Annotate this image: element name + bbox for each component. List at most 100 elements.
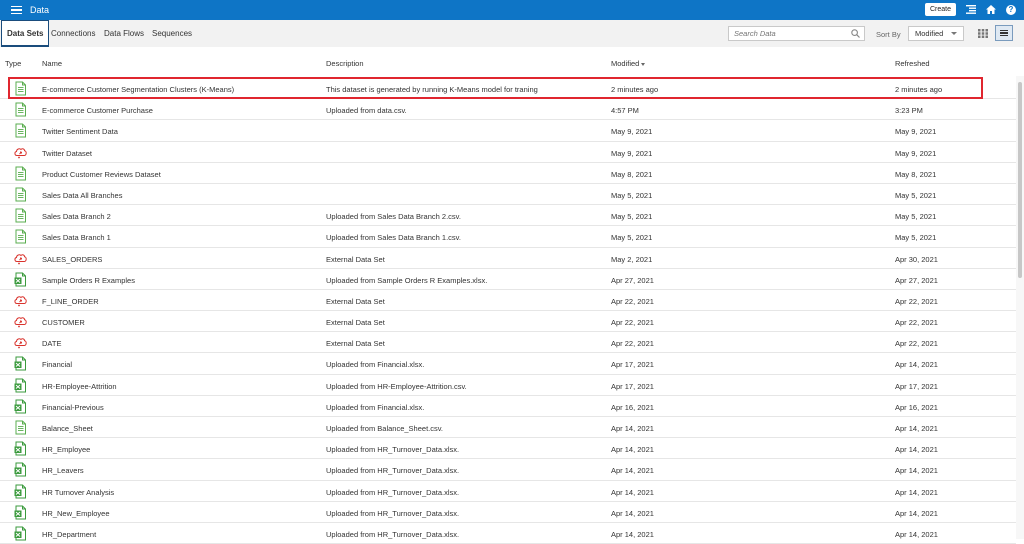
tab-sequences[interactable]: Sequences: [152, 20, 192, 47]
row-refreshed: May 5, 2021: [895, 212, 937, 222]
list-view-icon[interactable]: [995, 25, 1013, 41]
table-row[interactable]: E-commerce Customer Purchase Uploaded fro…: [0, 99, 1016, 121]
table-row[interactable]: HR_Leavers Uploaded from HR_Turnover_Data…: [0, 459, 1016, 481]
row-name[interactable]: Twitter Sentiment Data: [42, 127, 118, 136]
row-name[interactable]: Sales Data Branch 1: [42, 233, 111, 242]
row-modified: Apr 22, 2021: [611, 296, 654, 306]
row-name[interactable]: E-commerce Customer Segmentation Cluster…: [42, 85, 234, 94]
excel-file-icon: [13, 484, 28, 499]
sort-descending-icon: [641, 62, 646, 66]
row-description: Uploaded from Balance_Sheet.csv.: [326, 424, 444, 433]
search-icon[interactable]: [851, 29, 860, 40]
row-refreshed: Apr 14, 2021: [895, 445, 938, 455]
table-row[interactable]: F_LINE_ORDER External Data Set Apr 22, 202…: [0, 290, 1016, 312]
cloud-connection-icon: [13, 293, 28, 308]
row-name[interactable]: CUSTOMER: [42, 318, 85, 327]
row-name[interactable]: HR_Leavers: [42, 466, 84, 475]
table-row[interactable]: HR_Department Uploaded from HR_Turnover_D…: [0, 523, 1016, 544]
excel-file-icon: [13, 272, 28, 287]
row-description: External Data Set: [326, 318, 385, 328]
search-field: [728, 26, 865, 41]
column-header-modified[interactable]: Modified: [611, 59, 646, 68]
table-row[interactable]: Sample Orders R Examples Uploaded from Sa…: [0, 269, 1016, 290]
row-name[interactable]: Sales Data Branch 2: [42, 212, 111, 221]
table-row[interactable]: Sales Data Branch 2 Uploaded from Sales D…: [0, 205, 1016, 227]
table-row[interactable]: Sales Data All Branches May 5, 2021 May 5,…: [0, 184, 1016, 206]
column-header-type[interactable]: Type: [5, 59, 21, 68]
column-header-name[interactable]: Name: [42, 59, 62, 68]
table-row[interactable]: Financial Uploaded from Financial.xlsx. Ap…: [0, 353, 1016, 375]
hamburger-menu-icon[interactable]: [11, 6, 22, 14]
cloud-connection-icon: [13, 335, 28, 350]
tab-data-sets[interactable]: Data Sets: [1, 20, 50, 47]
row-name[interactable]: Product Customer Reviews Dataset: [42, 170, 161, 179]
row-refreshed: Apr 14, 2021: [895, 424, 938, 433]
column-header-description[interactable]: Description: [326, 59, 364, 68]
csv-file-icon: [13, 166, 28, 181]
row-name[interactable]: SALES_ORDERS: [42, 255, 102, 264]
row-description: Uploaded from HR-Employee-Attrition.csv.: [326, 381, 467, 391]
row-name[interactable]: Financial-Previous: [42, 403, 104, 412]
table-row[interactable]: Twitter Dataset May 9, 2021 May 9, 2021: [0, 142, 1016, 163]
row-name[interactable]: HR_New_Employee: [42, 509, 110, 518]
row-name[interactable]: Twitter Dataset: [42, 149, 92, 158]
scrollbar-thumb[interactable]: [1018, 82, 1022, 278]
table-row[interactable]: Financial-Previous Uploaded from Financia…: [0, 396, 1016, 417]
table-row[interactable]: Product Customer Reviews Dataset May 8, 2…: [0, 163, 1016, 184]
row-modified: Apr 17, 2021: [611, 381, 654, 391]
row-modified: Apr 14, 2021: [611, 508, 654, 518]
chevron-down-icon: [951, 32, 957, 35]
row-name[interactable]: F_LINE_ORDER: [42, 297, 99, 306]
table-row[interactable]: Sales Data Branch 1 Uploaded from Sales D…: [0, 226, 1016, 248]
row-refreshed: Apr 14, 2021: [895, 529, 938, 539]
row-description: Uploaded from HR_Turnover_Data.xlsx.: [326, 487, 460, 497]
cloud-connection-icon: [13, 251, 28, 266]
row-name[interactable]: HR_Department: [42, 530, 96, 539]
row-name[interactable]: HR Turnover Analysis: [42, 488, 114, 497]
table-row[interactable]: E-commerce Customer Segmentation Cluster…: [0, 78, 1016, 100]
table-row[interactable]: HR Turnover Analysis Uploaded from HR_Tur…: [0, 481, 1016, 502]
grid-view-icon[interactable]: [977, 28, 989, 39]
create-button[interactable]: Create: [924, 3, 956, 16]
row-refreshed: 2 minutes ago: [895, 85, 943, 94]
row-modified: Apr 14, 2021: [611, 466, 654, 476]
table-row[interactable]: SALES_ORDERS External Data Set May 2, 2021…: [0, 248, 1016, 269]
row-name[interactable]: HR-Employee-Attrition: [42, 382, 117, 391]
row-name[interactable]: Sample Orders R Examples: [42, 276, 135, 285]
row-name[interactable]: Financial: [42, 360, 72, 369]
tab-bar: Data Sets Connections Data Flows Sequenc…: [0, 20, 1024, 47]
table-row[interactable]: CUSTOMER External Data Set Apr 22, 2021 Apr…: [0, 311, 1016, 333]
sort-by-select[interactable]: Modified: [908, 26, 964, 41]
row-description: Uploaded from data.csv.: [326, 106, 407, 116]
row-name[interactable]: Balance_Sheet: [42, 424, 93, 433]
row-name[interactable]: HR_Employee: [42, 445, 90, 454]
table-row[interactable]: HR-Employee-Attrition Uploaded from HR-Em…: [0, 375, 1016, 396]
row-modified: May 5, 2021: [611, 233, 653, 243]
column-header-refreshed[interactable]: Refreshed: [895, 59, 930, 68]
table-row[interactable]: HR_New_Employee Uploaded from HR_Turnover…: [0, 502, 1016, 523]
table-row[interactable]: DATE External Data Set Apr 22, 2021 Apr 22,…: [0, 332, 1016, 354]
row-name[interactable]: Sales Data All Branches: [42, 191, 122, 200]
row-refreshed: Apr 14, 2021: [895, 487, 938, 497]
table-row[interactable]: HR_Employee Uploaded from HR_Turnover_Dat…: [0, 438, 1016, 460]
row-name[interactable]: E-commerce Customer Purchase: [42, 106, 153, 115]
tab-data-flows[interactable]: Data Flows: [104, 20, 144, 47]
search-input[interactable]: [729, 27, 847, 40]
row-refreshed: Apr 22, 2021: [895, 339, 938, 349]
row-name[interactable]: DATE: [42, 339, 61, 348]
list-settings-icon[interactable]: [966, 5, 976, 15]
csv-file-icon: [13, 123, 28, 138]
tab-connections[interactable]: Connections: [51, 20, 95, 47]
row-refreshed: May 5, 2021: [895, 233, 937, 243]
cloud-connection-icon: [13, 145, 28, 160]
home-icon[interactable]: [986, 5, 996, 15]
row-modified: May 2, 2021: [611, 254, 653, 264]
row-refreshed: Apr 14, 2021: [895, 508, 938, 518]
row-modified: May 9, 2021: [611, 127, 653, 137]
excel-file-icon: [13, 356, 28, 371]
row-refreshed: Apr 14, 2021: [895, 360, 938, 370]
table-row[interactable]: Twitter Sentiment Data May 9, 2021 May 9, …: [0, 120, 1016, 142]
row-refreshed: Apr 27, 2021: [895, 275, 938, 285]
help-icon[interactable]: ?: [1006, 4, 1016, 15]
table-row[interactable]: Balance_Sheet Uploaded from Balance_Sheet…: [0, 417, 1016, 439]
